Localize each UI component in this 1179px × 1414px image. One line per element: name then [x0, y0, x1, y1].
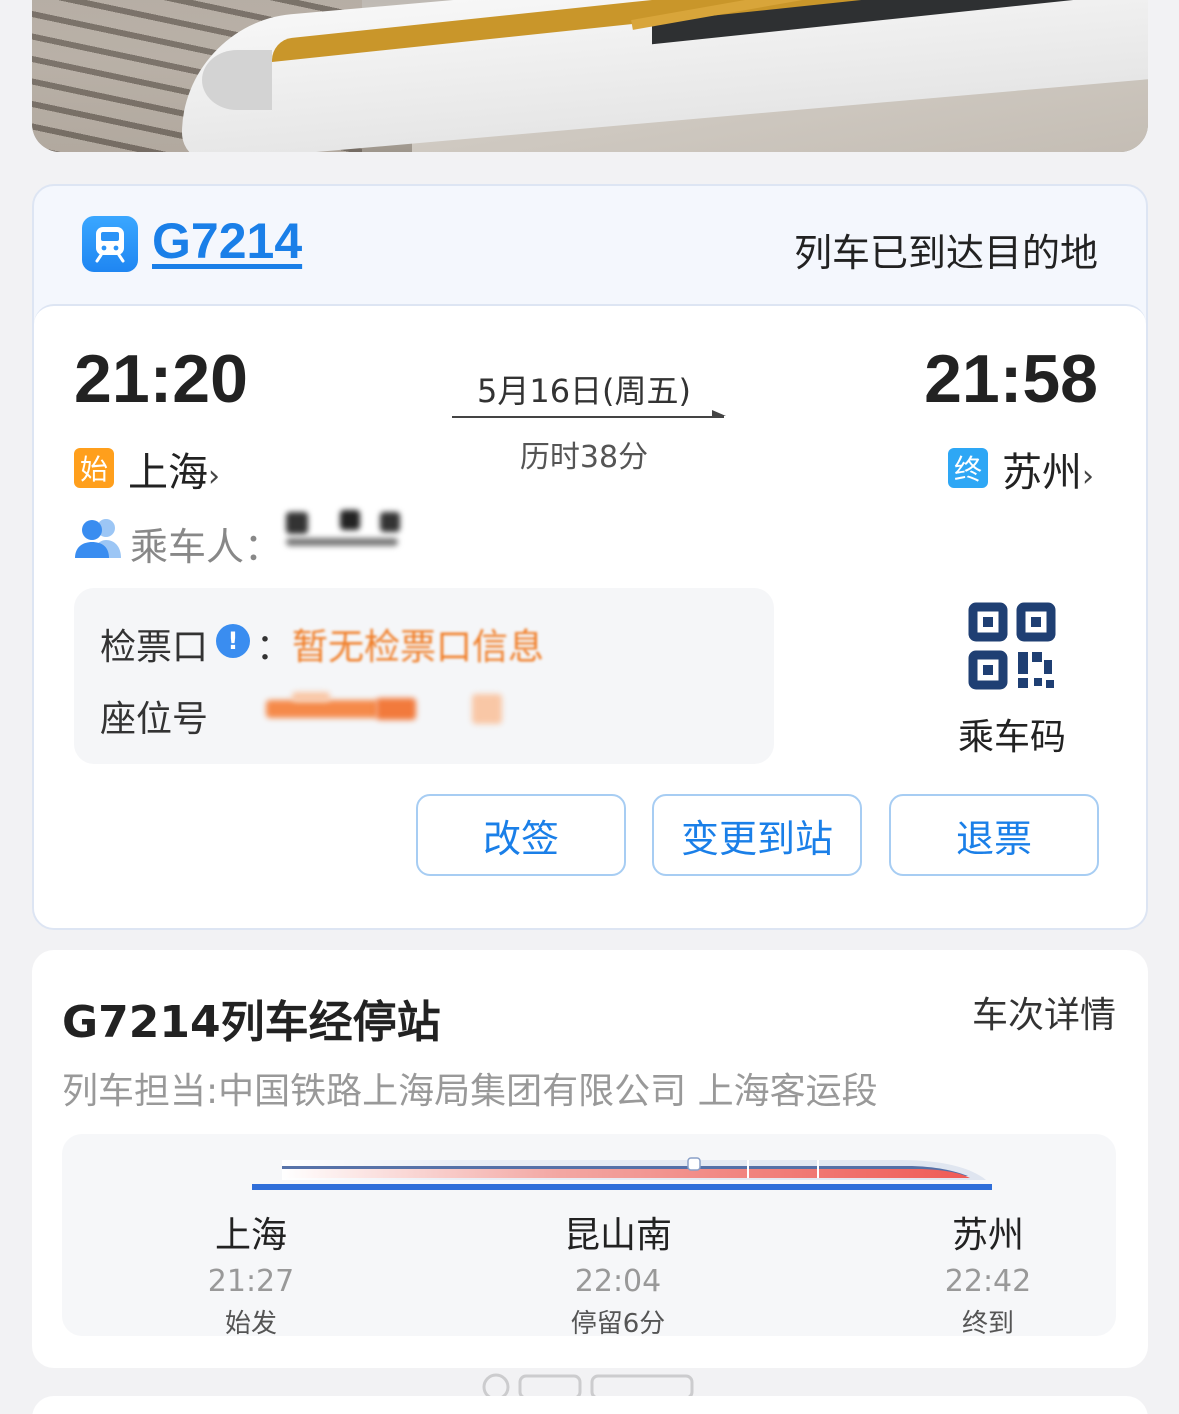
gate-colon: ：: [256, 627, 293, 668]
stop-time: 22:04: [574, 1264, 662, 1299]
stop-time: 21:27: [207, 1264, 295, 1299]
stop-name: 苏州: [951, 1215, 1024, 1256]
from-station-link[interactable]: 上海›: [128, 440, 220, 498]
ticket-body: 21:20 21:58 5月16日(周五) 历时38分 始 上海› 终 苏州› …: [34, 304, 1146, 928]
train-icon: [82, 216, 138, 272]
gate-value: 暂无检票口信息: [292, 627, 545, 668]
direction-arrow: [452, 410, 726, 418]
from-station-name: 上海: [128, 450, 208, 496]
info-icon[interactable]: !: [216, 624, 250, 658]
stop-item: 昆山南 22:04 停留6分: [518, 1206, 718, 1340]
to-station-name: 苏州: [1002, 450, 1082, 496]
stop-name: 昆山南: [563, 1215, 672, 1256]
stop-time: 22:42: [944, 1264, 1032, 1299]
gate-label: 检票口: [100, 627, 209, 668]
stop-item: 上海 21:27 始发: [151, 1206, 351, 1340]
qr-code-icon: [968, 602, 1056, 690]
next-card: [32, 1396, 1148, 1414]
seat-label: 座位号: [100, 699, 209, 740]
travel-duration: 历时38分: [519, 440, 649, 475]
boarding-code-button[interactable]: 乘车码: [952, 602, 1072, 760]
users-icon: [74, 516, 122, 564]
stops-card: G7214列车经停站 车次详情 列车担当:中国铁路上海局集团有限公司 上海客运段: [32, 950, 1148, 1368]
stop-item: 苏州 22:42 终到: [888, 1206, 1088, 1340]
to-station-link[interactable]: 苏州›: [1002, 440, 1094, 498]
ticket-header: G7214 列车已到达目的地: [34, 186, 1146, 304]
arrival-time: 21:58: [924, 341, 1098, 417]
passenger-label: 乘车人：: [130, 525, 283, 569]
reschedule-button[interactable]: 改签: [416, 794, 626, 876]
train-status: 列车已到达目的地: [793, 231, 1098, 275]
stop-name: 上海: [214, 1215, 287, 1256]
train-detail-link[interactable]: 车次详情: [972, 986, 1116, 1038]
stops-title: G7214列车经停站: [62, 997, 441, 1048]
train-operator: 列车担当:中国铁路上海局集团有限公司 上海客运段: [62, 1071, 878, 1112]
chevron-right-icon: ›: [1082, 459, 1094, 494]
qr-label: 乘车码: [957, 717, 1066, 758]
travel-date: 5月16日(周五): [476, 372, 692, 410]
stop-note: 始发: [224, 1309, 277, 1339]
end-station-tag: 终: [948, 448, 988, 488]
stop-note: 停留6分: [570, 1309, 666, 1339]
ticket-info-box: 检票口 ! ： 暂无检票口信息 座位号: [74, 588, 774, 764]
start-station-tag: 始: [74, 448, 114, 488]
refund-button[interactable]: 退票: [889, 794, 1099, 876]
stop-note: 终到: [961, 1309, 1014, 1339]
change-destination-button[interactable]: 变更到站: [652, 794, 862, 876]
train-number-link[interactable]: G7214: [152, 212, 302, 270]
route-box: 上海 21:27 始发 昆山南 22:04 停留6分 苏州 22:42 终到: [62, 1134, 1116, 1339]
chevron-right-icon: ›: [208, 459, 220, 494]
train-route-graphic: [252, 1157, 992, 1190]
departure-time: 21:20: [74, 341, 248, 417]
train-banner-image: [32, 0, 1148, 152]
ticket-card: G7214 列车已到达目的地 21:20 21:58 5月16日(周五) 历时3…: [32, 184, 1148, 930]
